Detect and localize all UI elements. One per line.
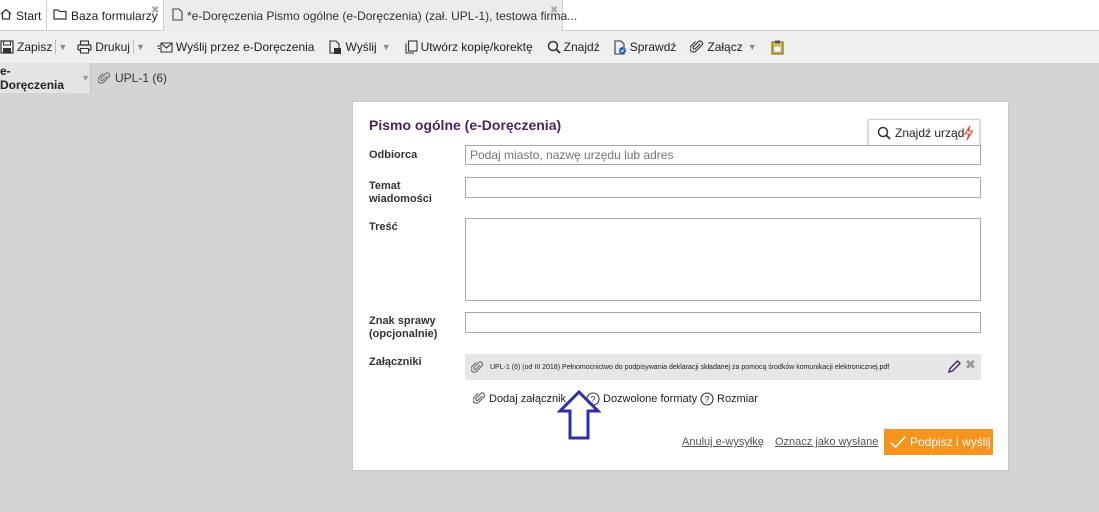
tab-active-document[interactable]: *e-Doręczenia Pismo ogólne (e-Doręczenia… xyxy=(163,0,577,31)
home-icon xyxy=(0,8,12,23)
check-button[interactable]: Sprawdź xyxy=(614,39,677,55)
send-edoreczenia-button[interactable]: Wyślij przez e-Doręczenia xyxy=(156,40,315,54)
subtab-edoreczenia-label: e-Doręczenia xyxy=(0,64,65,92)
sub-tab-bar: e-Doręczenia ▼ UPL-1 (6) xyxy=(0,63,1099,93)
case-number-input[interactable] xyxy=(465,312,981,333)
save-label: Zapisz xyxy=(17,40,53,54)
attach-button[interactable]: Załącz ▼ xyxy=(690,40,757,54)
paperclip-icon xyxy=(471,360,484,373)
print-button[interactable]: Drukuj xyxy=(77,40,130,54)
subject-label-line1: Temat xyxy=(369,180,401,192)
checkmark-icon xyxy=(889,435,907,449)
add-attachment-label: Dodaj załącznik xyxy=(489,392,567,405)
subtab-upl1-label: UPL-1 (6) xyxy=(115,71,168,85)
chevron-down-icon[interactable]: ▼ xyxy=(58,42,67,52)
lightning-icon xyxy=(964,125,974,141)
separator xyxy=(55,40,57,54)
envelope-send-icon xyxy=(156,42,173,53)
mark-sent-link[interactable]: Oznacz jako wysłane xyxy=(775,436,878,448)
tab-start-label: Start xyxy=(16,8,42,23)
svg-text:?: ? xyxy=(704,394,709,404)
separator xyxy=(132,40,134,54)
paperclip-icon xyxy=(98,71,111,84)
allowed-formats-label: Dozwolone formaty xyxy=(603,393,698,405)
size-link[interactable]: ? Rozmiar xyxy=(700,392,758,406)
save-icon xyxy=(0,40,14,54)
recipient-label: Odbiorca xyxy=(369,149,418,161)
send-button[interactable]: Wyślij ▼ xyxy=(328,39,391,55)
annotation-arrow-icon xyxy=(557,390,601,440)
check-label: Sprawdź xyxy=(629,40,677,54)
tab-baza-label: Baza formularzy xyxy=(71,8,158,23)
chevron-down-icon[interactable]: ▼ xyxy=(136,42,145,52)
folder-icon xyxy=(53,8,67,23)
search-icon xyxy=(877,126,891,140)
pencil-icon[interactable] xyxy=(947,359,962,374)
clipboard-button[interactable] xyxy=(771,40,787,55)
help-icon: ? xyxy=(700,392,714,406)
toolbar: Zapisz ▼ Drukuj ▼ Wyślij przez e-Doręcze… xyxy=(0,31,1099,63)
chevron-down-icon[interactable]: ▼ xyxy=(81,73,90,83)
attachment-item: UPL-1 (6) (od III 2018) Pełnomocnictwo d… xyxy=(465,354,981,380)
find-label: Znajdź xyxy=(563,40,600,54)
close-icon[interactable]: ✖ xyxy=(550,5,558,16)
document-icon xyxy=(172,7,183,24)
chevron-down-icon[interactable]: ▼ xyxy=(382,42,391,52)
send-label: Wyślij xyxy=(345,40,377,54)
create-copy-label: Utwórz kopię/korektę xyxy=(420,40,533,54)
sign-send-label: Podpisz i wyślij xyxy=(910,435,991,449)
case-number-label: Znak sprawy (opcjonalnie) xyxy=(369,315,437,341)
cancel-send-link[interactable]: Anuluj e-wysyłkę xyxy=(682,436,764,448)
find-office-label: Znajdź urząd xyxy=(895,126,965,140)
copy-icon xyxy=(405,40,418,54)
send-document-icon xyxy=(329,39,342,54)
close-icon[interactable]: ✖ xyxy=(151,5,159,16)
subtab-edoreczenia[interactable]: e-Doręczenia ▼ xyxy=(0,63,91,93)
allowed-formats-link[interactable]: ? Dozwolone formaty xyxy=(586,392,697,406)
send-edoreczenia-label: Wyślij przez e-Doręczenia xyxy=(175,40,315,54)
content-textarea[interactable] xyxy=(465,218,981,301)
tab-start[interactable]: Start xyxy=(0,0,41,31)
find-button[interactable]: Znajdź xyxy=(547,40,600,54)
chevron-down-icon[interactable]: ▼ xyxy=(748,42,757,52)
remove-icon[interactable]: ✖ xyxy=(965,357,976,373)
save-button[interactable]: Zapisz xyxy=(0,40,52,54)
subject-input[interactable] xyxy=(465,177,981,198)
check-document-icon xyxy=(614,39,626,55)
print-label: Drukuj xyxy=(95,40,130,54)
tab-bar: Start Baza formularzy ✖ *e-Doręczenia Pi… xyxy=(0,0,1099,31)
search-icon xyxy=(547,40,561,54)
case-label-line1: Znak sprawy xyxy=(369,315,436,327)
size-label: Rozmiar xyxy=(717,393,758,405)
paperclip-icon xyxy=(690,40,704,53)
tab-active-label: *e-Doręczenia Pismo ogólne (e-Doręczenia… xyxy=(187,8,578,23)
subtab-upl1[interactable]: UPL-1 (6) xyxy=(98,63,167,93)
attach-label: Załącz xyxy=(707,40,743,54)
content-label: Treść xyxy=(369,221,398,233)
subject-label-line2: wiadomości xyxy=(369,193,432,205)
paperclip-icon xyxy=(473,392,486,404)
form-panel: Pismo ogólne (e-Doręczenia) Znajdź urząd… xyxy=(352,101,1009,471)
add-attachment-link[interactable]: Dodaj załącznik xyxy=(473,392,566,405)
attachment-name: UPL-1 (6) (od III 2018) Pełnomocnictwo d… xyxy=(490,363,890,371)
subject-label: Temat wiadomości xyxy=(369,180,432,206)
printer-icon xyxy=(77,40,92,54)
clipboard-icon xyxy=(771,40,784,54)
find-office-button[interactable]: Znajdź urząd xyxy=(868,119,980,147)
sign-send-button[interactable]: Podpisz i wyślij xyxy=(884,429,993,455)
tab-baza-formularzy[interactable]: Baza formularzy ✖ xyxy=(46,0,163,31)
case-label-line2: (opcjonalnie) xyxy=(369,328,438,340)
page-title: Pismo ogólne (e-Doręczenia) xyxy=(369,117,562,133)
attachments-label: Załączniki xyxy=(369,356,422,368)
recipient-input[interactable] xyxy=(465,145,981,165)
create-copy-button[interactable]: Utwórz kopię/korektę xyxy=(405,40,533,54)
